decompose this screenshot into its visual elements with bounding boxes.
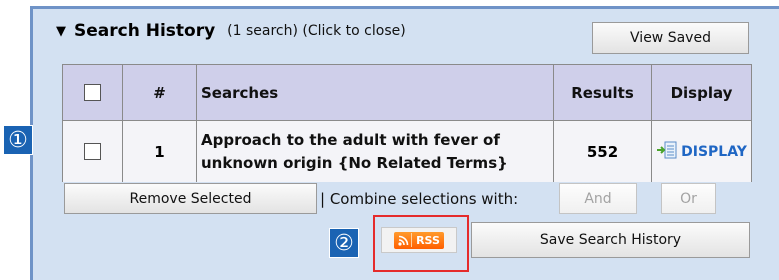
rss-feed-button[interactable]: RSS xyxy=(381,227,457,253)
row-checkbox-cell xyxy=(63,121,123,182)
rss-label: RSS xyxy=(416,233,440,247)
combine-label: | Combine selections with: xyxy=(320,190,519,208)
search-history-header[interactable]: ▼ Search History (1 search) (Click to cl… xyxy=(56,17,406,45)
callout-badge-1: ① xyxy=(3,125,33,155)
header-checkbox-cell xyxy=(63,65,123,121)
section-subtitle[interactable]: (1 search) (Click to close) xyxy=(227,23,406,39)
section-title: Search History xyxy=(74,21,216,41)
select-all-checkbox[interactable] xyxy=(84,84,101,101)
column-header-searches: Searches xyxy=(197,65,554,121)
triangle-down-icon[interactable]: ▼ xyxy=(56,24,66,39)
rss-separator xyxy=(411,233,413,247)
column-header-number: # xyxy=(123,65,197,121)
save-search-history-button[interactable]: Save Search History xyxy=(471,222,750,258)
rss-feed-icon: RSS xyxy=(394,231,444,249)
row-checkbox[interactable] xyxy=(84,143,101,160)
display-link-label: DISPLAY xyxy=(681,143,747,160)
view-saved-button[interactable]: View Saved xyxy=(592,22,749,54)
search-history-table: # Searches Results Display 1 Approach to… xyxy=(62,64,752,182)
row-search-query: Approach to the adult with fever of unkn… xyxy=(197,121,554,182)
column-header-results: Results xyxy=(554,65,652,121)
callout-badge-2: ② xyxy=(329,228,359,258)
remove-selected-button[interactable]: Remove Selected xyxy=(64,183,317,214)
and-button[interactable]: And xyxy=(559,183,637,214)
row-results-count: 552 xyxy=(554,121,652,182)
document-arrow-icon xyxy=(656,141,678,163)
column-header-display: Display xyxy=(652,65,751,121)
or-button[interactable]: Or xyxy=(661,183,716,214)
display-link[interactable]: DISPLAY xyxy=(652,121,751,182)
row-index: 1 xyxy=(123,121,197,182)
